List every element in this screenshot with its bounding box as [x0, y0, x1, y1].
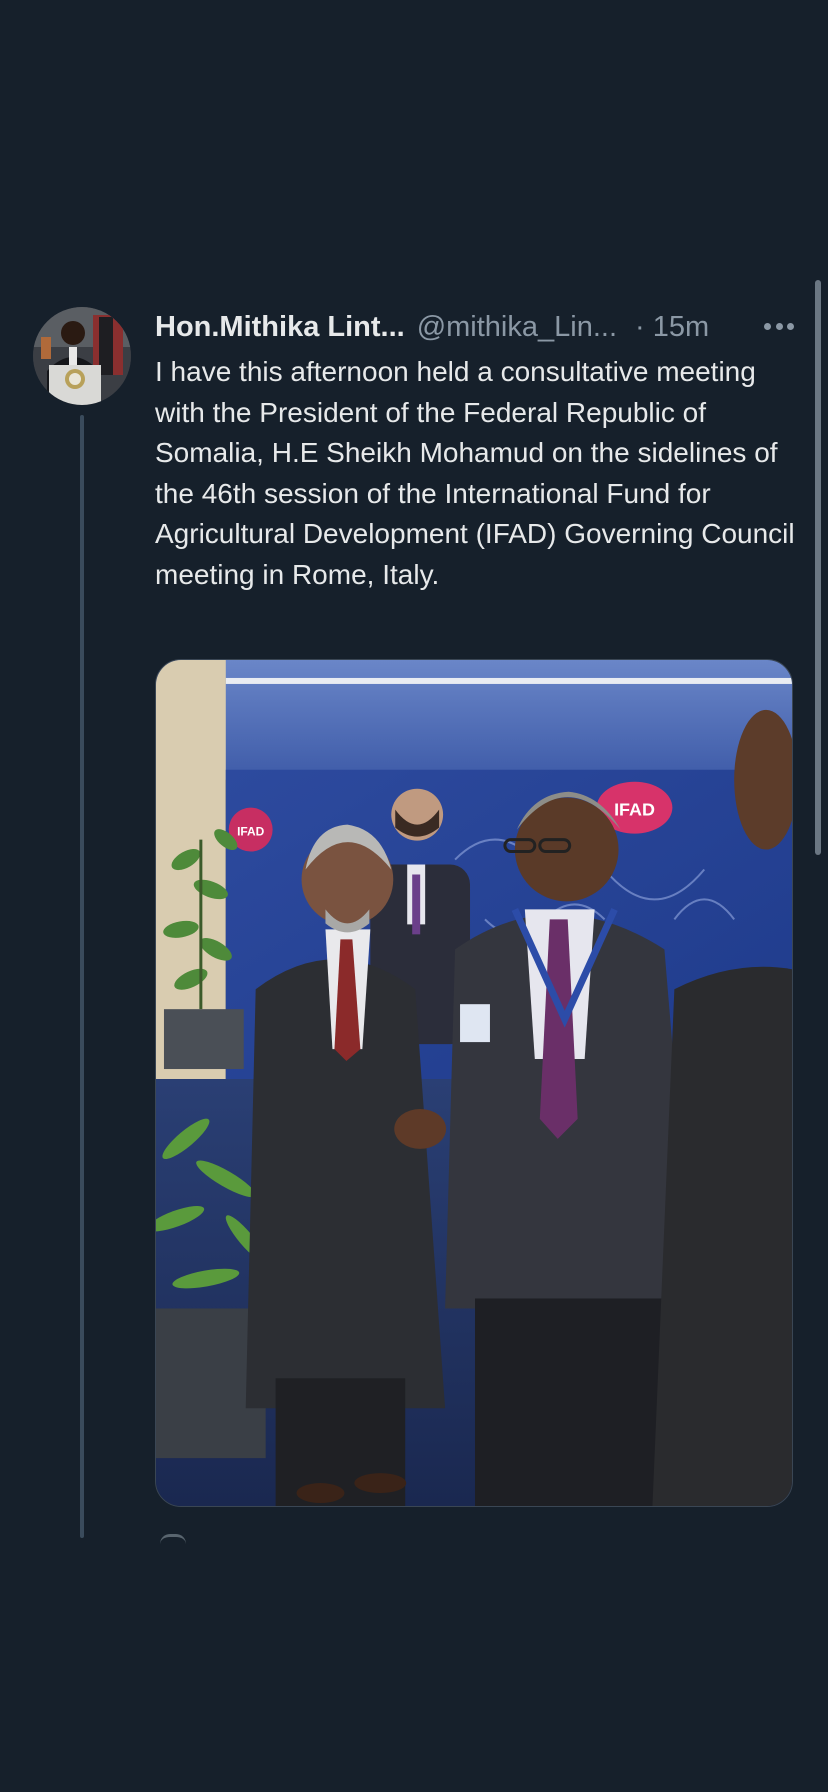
- tweet-text: I have this afternoon held a consultativ…: [155, 356, 795, 590]
- tweet-timestamp[interactable]: · 15m: [635, 311, 709, 344]
- scrollbar[interactable]: [815, 280, 821, 855]
- tweet-media-photo[interactable]: IFAD IFAD: [155, 659, 793, 1507]
- author-display-name[interactable]: Hon.Mithika Lint...: [155, 311, 405, 344]
- tweet-detail-screen: Hon.Mithika Lint... @mithika_Lin... · 15…: [0, 0, 828, 1792]
- thread-line: [80, 415, 84, 1538]
- reply-icon[interactable]: [160, 1534, 186, 1544]
- tweet-header: Hon.Mithika Lint... @mithika_Lin... · 15…: [155, 310, 800, 344]
- ifad-banner-text: IFAD: [614, 800, 655, 820]
- ifad-banner-text-small: IFAD: [237, 825, 265, 839]
- more-horizontal-icon[interactable]: [764, 318, 794, 334]
- photo-illustration: IFAD IFAD: [156, 660, 792, 1506]
- author-handle[interactable]: @mithika_Lin...: [417, 311, 617, 344]
- author-avatar[interactable]: [33, 307, 131, 405]
